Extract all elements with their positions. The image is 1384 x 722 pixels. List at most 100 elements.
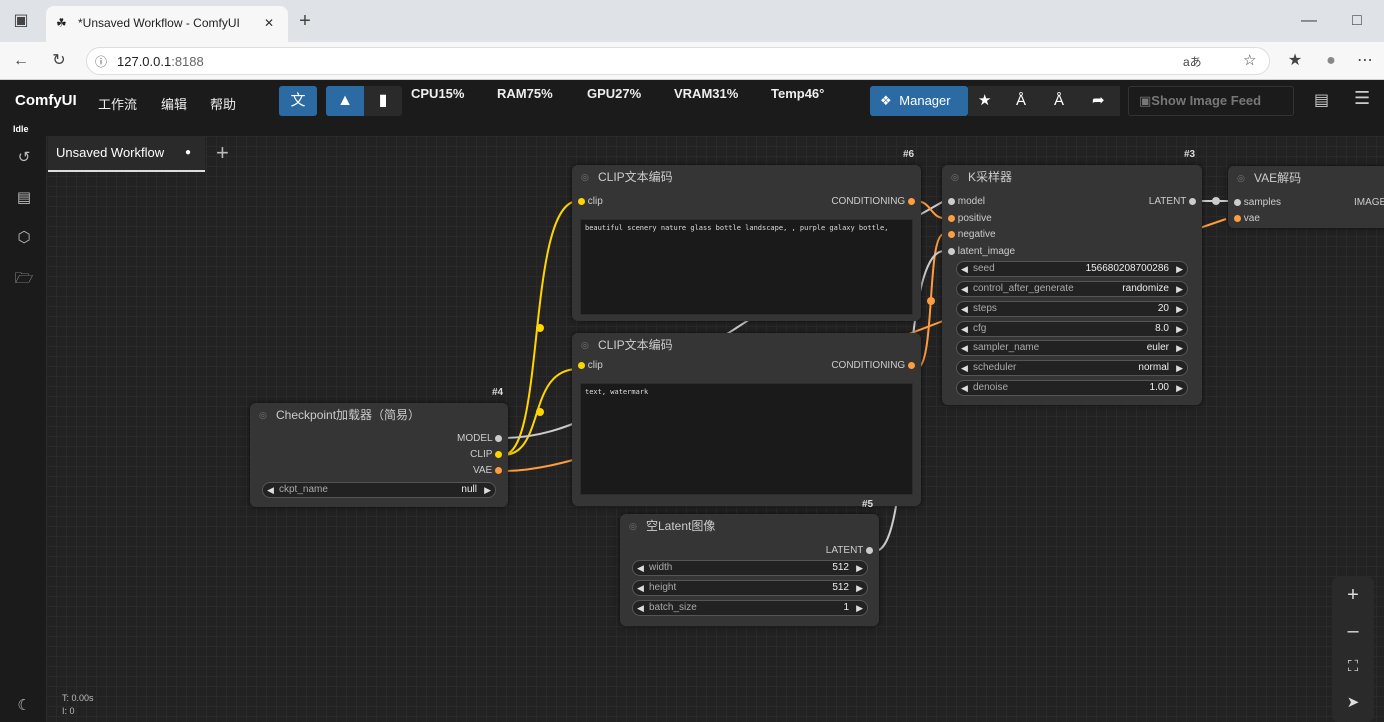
widget-height[interactable]: ◀ height 512 ▶ xyxy=(632,580,868,596)
favorite-icon[interactable]: ☆ xyxy=(1243,51,1256,69)
node-title[interactable]: CLIP文本编码 xyxy=(572,165,921,189)
node-title[interactable]: K采样器 xyxy=(942,165,1202,189)
node-title[interactable]: Checkpoint加载器（简易） xyxy=(250,403,508,427)
show-image-feed-label: Show Image Feed xyxy=(1151,93,1262,108)
link-center xyxy=(536,324,544,332)
bookmark-icon[interactable]: ▮ xyxy=(364,86,402,116)
output-conditioning[interactable]: CONDITIONING xyxy=(831,195,915,209)
favorites-icon[interactable]: ★ xyxy=(1282,48,1308,74)
prompt-textarea[interactable]: text, watermark xyxy=(580,383,913,495)
input-latent-image[interactable]: latent_image xyxy=(948,245,1015,259)
tab-actions-icon[interactable]: ▣ xyxy=(8,8,34,34)
node-id: #3 xyxy=(1184,149,1196,160)
url-host: 127.0.0.1:8188 xyxy=(117,54,204,69)
output-latent[interactable]: LATENT xyxy=(1149,195,1196,209)
ram-stat: RAM75% xyxy=(497,86,553,101)
translate-icon[interactable]: 文 xyxy=(279,86,317,116)
widget-denoise[interactable]: ◀ denoise 1.00 ▶ xyxy=(956,380,1188,396)
model-alt-icon[interactable]: Å xyxy=(1054,86,1064,116)
menu-workflow[interactable]: 工作流 xyxy=(98,94,137,113)
read-aloud-icon[interactable]: aあ xyxy=(1183,53,1202,70)
output-conditioning[interactable]: CONDITIONING xyxy=(831,359,915,373)
link-center xyxy=(1212,197,1220,205)
panel-icon[interactable]: ▤ xyxy=(1314,90,1329,110)
url-field[interactable]: ⓘ 127.0.0.1:8188 aあ ☆ xyxy=(86,47,1270,75)
layers-icon[interactable]: ▲ xyxy=(326,86,364,116)
manager-button[interactable]: ❖ Manager xyxy=(870,86,968,116)
pointer-mode-icon[interactable]: ➤ xyxy=(1333,685,1373,721)
link-center xyxy=(536,408,544,416)
checkpoint-loader-node[interactable]: Checkpoint加载器（简易） MODEL CLIP VAE ◀ckpt_n… xyxy=(250,403,508,507)
node-title[interactable]: VAE解码 xyxy=(1228,166,1384,190)
zoom-in-icon[interactable]: + xyxy=(1333,577,1373,613)
more-icon[interactable]: ⋯ xyxy=(1352,48,1378,74)
widget-cfg[interactable]: ◀ cfg 8.0 ▶ xyxy=(956,321,1188,337)
output-latent[interactable]: LATENT xyxy=(826,544,873,558)
reload-icon[interactable]: ↻ xyxy=(46,48,72,74)
image-feed-icon: ▣ xyxy=(1139,93,1152,108)
queue-icon[interactable]: ▤ xyxy=(14,188,34,208)
render-iterations: I: 0 xyxy=(62,706,75,716)
node-id: #5 xyxy=(862,499,874,510)
node-title[interactable]: 空Latent图像 xyxy=(620,514,879,538)
empty-latent-node[interactable]: 空Latent图像 LATENT ◀width512▶ ◀height512▶ … xyxy=(620,514,879,626)
link-center xyxy=(927,297,935,305)
input-negative[interactable]: negative xyxy=(948,228,996,242)
input-clip[interactable]: clip xyxy=(578,359,603,373)
menu-help[interactable]: 帮助 xyxy=(210,94,236,113)
output-image[interactable]: IMAGE xyxy=(1354,196,1384,210)
node-title[interactable]: CLIP文本编码 xyxy=(572,333,921,357)
share-icon[interactable]: ➦ xyxy=(1092,86,1105,116)
output-model[interactable]: MODEL xyxy=(457,432,502,446)
output-clip[interactable]: CLIP xyxy=(470,448,502,462)
input-clip[interactable]: clip xyxy=(578,195,603,209)
model-icon[interactable]: Å xyxy=(1016,86,1026,116)
node-id: #4 xyxy=(492,387,504,398)
fit-view-icon[interactable]: ⛶ xyxy=(1333,649,1373,685)
widget-ckpt-name[interactable]: ◀ ckpt_name null ▶ xyxy=(262,482,496,498)
input-model[interactable]: model xyxy=(948,195,985,209)
comfy-favicon-icon: ☘ xyxy=(56,16,67,30)
vae-decode-node[interactable]: VAE解码 samples vae IMAGE xyxy=(1228,166,1384,228)
minimize-icon[interactable]: — xyxy=(1296,8,1322,34)
ksampler-node[interactable]: K采样器 model positive negative latent_imag… xyxy=(942,165,1202,405)
tab-close-icon[interactable]: ✕ xyxy=(264,16,274,30)
widget-batch-size[interactable]: ◀ batch_size 1 ▶ xyxy=(632,600,868,616)
clip-text-encode-node-negative[interactable]: CLIP文本编码 clip CONDITIONING text, waterma… xyxy=(572,333,921,506)
input-vae[interactable]: vae xyxy=(1234,212,1260,226)
star-icon[interactable]: ★ xyxy=(978,86,991,116)
widget-sampler-name[interactable]: ◀ sampler_name euler ▶ xyxy=(956,340,1188,356)
prompt-textarea[interactable]: beautiful scenery nature glass bottle la… xyxy=(580,219,913,315)
browser-tab-title: *Unsaved Workflow - ComfyUI xyxy=(78,16,240,30)
output-vae[interactable]: VAE xyxy=(473,464,502,478)
widget-control-after-generate[interactable]: ◀ control_after_generate randomize ▶ xyxy=(956,281,1188,297)
info-icon[interactable]: ⓘ xyxy=(95,53,107,70)
widget-steps[interactable]: ◀ steps 20 ▶ xyxy=(956,301,1188,317)
widget-scheduler[interactable]: ◀ scheduler normal ▶ xyxy=(956,360,1188,376)
input-positive[interactable]: positive xyxy=(948,212,992,226)
puzzle-icon: ❖ xyxy=(880,93,892,108)
browser-address-bar: ← ↻ ⓘ 127.0.0.1:8188 aあ ☆ ★ ● ⋯ xyxy=(0,42,1384,80)
render-time: T: 0.00s xyxy=(62,693,94,703)
comfy-logo: ComfyUI xyxy=(15,92,77,109)
zoom-out-icon[interactable]: – xyxy=(1333,613,1373,649)
show-image-feed-button[interactable]: ▣Show Image Feed xyxy=(1128,86,1294,116)
widget-seed[interactable]: ◀ seed 156680208700286 ▶ xyxy=(956,261,1188,277)
hamburger-icon[interactable]: ☰ xyxy=(1354,88,1370,109)
theme-toggle-icon[interactable]: ☾ xyxy=(14,696,34,716)
graph-canvas[interactable]: Unsaved Workflow ● + CLIP文本编码 clip CONDI… xyxy=(46,136,1384,722)
history-icon[interactable]: ↺ xyxy=(14,148,34,168)
model-library-icon[interactable]: ⬡ xyxy=(14,228,34,248)
browser-tab[interactable]: ☘ *Unsaved Workflow - ComfyUI ✕ xyxy=(46,6,288,42)
clip-text-encode-node-positive[interactable]: CLIP文本编码 clip CONDITIONING beautiful sce… xyxy=(572,165,921,321)
back-icon[interactable]: ← xyxy=(8,48,34,74)
maximize-icon[interactable]: □ xyxy=(1344,8,1370,34)
menu-edit[interactable]: 编辑 xyxy=(161,94,187,113)
profile-avatar[interactable]: ● xyxy=(1318,48,1344,74)
new-tab-button[interactable]: + xyxy=(292,8,318,34)
sidebar: ↺ ▤ ⬡ 🗁 ☾ xyxy=(0,136,46,722)
workflows-folder-icon[interactable]: 🗁 xyxy=(14,268,34,288)
input-samples[interactable]: samples xyxy=(1234,196,1281,210)
comfy-menubar: ComfyUI 工作流 编辑 帮助 文 ▲ ▮ CPU15% RAM75% GP… xyxy=(0,80,1384,122)
widget-width[interactable]: ◀ width 512 ▶ xyxy=(632,560,868,576)
